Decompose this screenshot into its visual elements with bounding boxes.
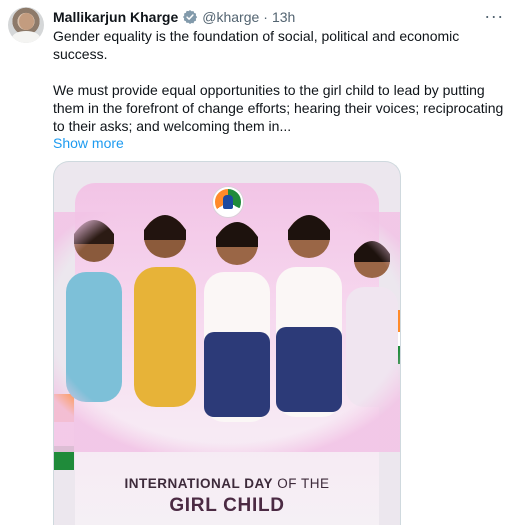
separator-dot: · [263, 9, 268, 25]
author-handle[interactable]: @kharge [202, 9, 259, 25]
avatar-face [19, 13, 34, 30]
avatar-shirt [12, 31, 40, 43]
tweet-header: Mallikarjun Kharge @kharge · 13h [53, 7, 295, 27]
hand-symbol-icon [223, 195, 233, 209]
tweet-media-image[interactable]: INTERNATIONAL DAY OF THE GIRL CHILD [53, 161, 401, 525]
verified-badge-icon[interactable] [182, 9, 198, 25]
headline-bold-text: INTERNATIONAL DAY [124, 476, 273, 491]
author-name[interactable]: Mallikarjun Kharge [53, 9, 178, 25]
show-more-link[interactable]: Show more [53, 134, 124, 152]
avatar[interactable] [8, 7, 44, 43]
tweet-text: Gender equality is the foundation of soc… [53, 28, 504, 134]
headline-light-text: OF THE [273, 476, 330, 491]
poster-headline: INTERNATIONAL DAY OF THE [54, 476, 400, 491]
poster-subheadline: GIRL CHILD [169, 495, 285, 516]
more-options-icon[interactable]: ··· [482, 7, 506, 26]
girls-group-photo [54, 212, 400, 452]
timestamp[interactable]: 13h [272, 9, 295, 25]
